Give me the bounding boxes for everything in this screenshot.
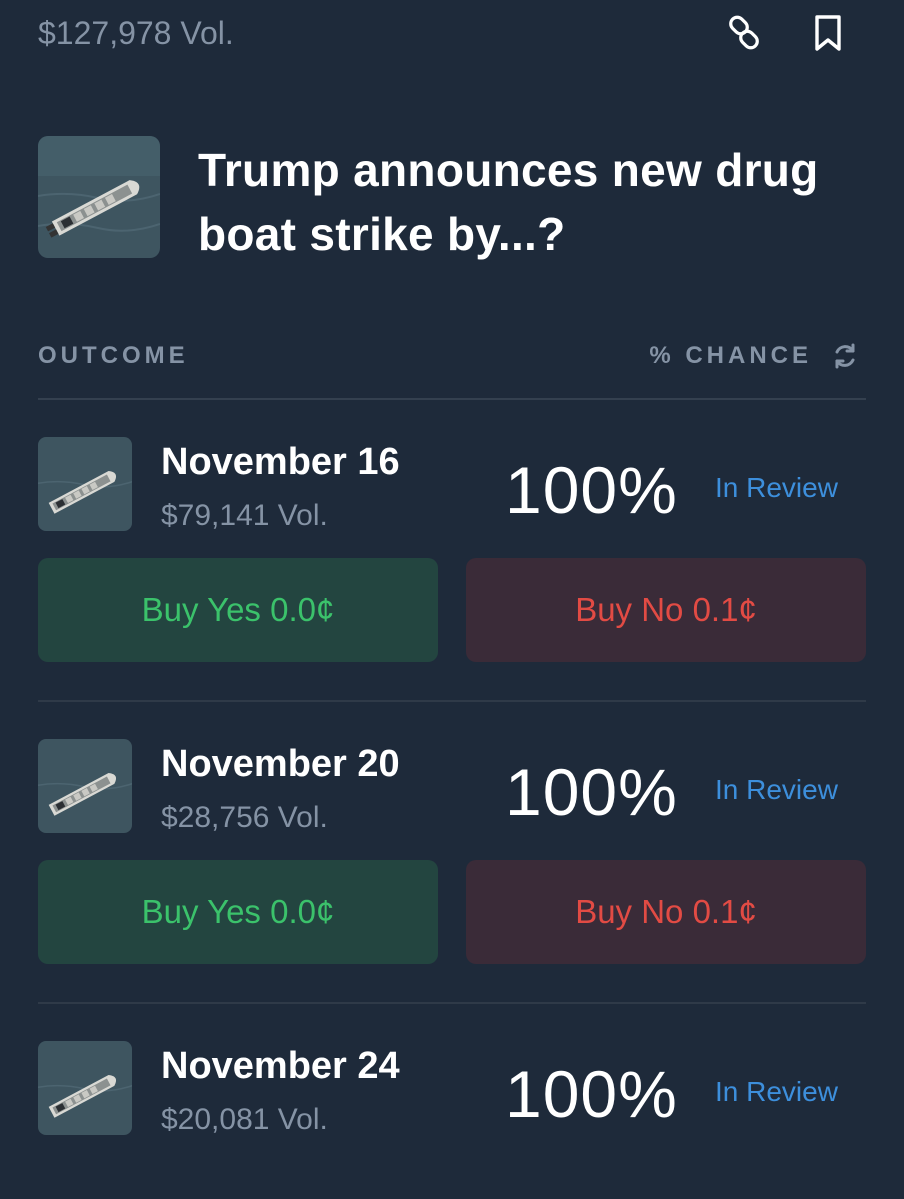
outcome-buttons: Buy Yes 0.0¢ Buy No 0.1¢: [38, 860, 866, 964]
outcome-summary[interactable]: November 16 $79,141 Vol. 100% In Review: [38, 400, 866, 540]
outcome-buttons: Buy Yes 0.0¢ Buy No 0.1¢: [38, 558, 866, 662]
outcome-status-badge: In Review: [715, 774, 838, 805]
buy-no-button[interactable]: Buy No 0.1¢: [466, 558, 866, 662]
outcome-chance: 100%: [505, 1057, 678, 1131]
chance-header-group: % CHANCE: [649, 341, 860, 371]
outcome-boat-image: [38, 1041, 132, 1135]
buy-yes-button[interactable]: Buy Yes 0.0¢: [38, 558, 438, 662]
outcome-row: November 16 $79,141 Vol. 100% In Review …: [38, 400, 866, 702]
outcome-row: November 24 $20,081 Vol. 100% In Review: [38, 1004, 866, 1144]
outcome-name: November 20: [161, 743, 400, 785]
outcome-name: November 24: [161, 1045, 400, 1087]
outcome-column-header: OUTCOME: [38, 342, 189, 369]
outcome-boat-image: [38, 437, 132, 531]
market-boat-image: [38, 136, 160, 258]
outcome-status-badge: In Review: [715, 1076, 838, 1107]
outcome-volume: $79,141 Vol.: [161, 499, 328, 532]
chance-column-header: % CHANCE: [649, 342, 812, 369]
outcome-row: November 20 $28,756 Vol. 100% In Review …: [38, 702, 866, 1004]
outcome-info: November 20 $28,756 Vol.: [161, 742, 400, 835]
outcome-chance: 100%: [505, 453, 678, 527]
top-icons: [724, 13, 848, 53]
market-title: Trump announces new drug boat strike by.…: [198, 144, 819, 260]
refresh-icon[interactable]: [830, 341, 860, 371]
top-bar: $127,978 Vol.: [38, 0, 866, 134]
buy-yes-button[interactable]: Buy Yes 0.0¢: [38, 860, 438, 964]
outcome-boat-image: [38, 739, 132, 833]
outcome-table-header: OUTCOME % CHANCE: [38, 336, 866, 376]
outcome-chance: 100%: [505, 755, 678, 829]
outcome-summary[interactable]: November 20 $28,756 Vol. 100% In Review: [38, 702, 866, 842]
buy-no-button[interactable]: Buy No 0.1¢: [466, 860, 866, 964]
outcome-info: November 16 $79,141 Vol.: [161, 440, 400, 533]
market-volume: $127,978 Vol.: [38, 15, 234, 51]
outcome-summary[interactable]: November 24 $20,081 Vol. 100% In Review: [38, 1004, 866, 1144]
market-title-row: Trump announces new drug boat strike by.…: [38, 136, 866, 266]
market-page: $127,978 Vol. Trump announces new drug b…: [0, 0, 904, 1198]
outcome-volume: $20,081 Vol.: [161, 1103, 328, 1136]
outcome-volume: $28,756 Vol.: [161, 801, 328, 834]
bookmark-icon[interactable]: [808, 13, 848, 53]
outcome-info: November 24 $20,081 Vol.: [161, 1044, 400, 1137]
outcome-name: November 16: [161, 441, 400, 483]
link-icon[interactable]: [724, 13, 764, 53]
outcome-status-badge: In Review: [715, 472, 838, 503]
